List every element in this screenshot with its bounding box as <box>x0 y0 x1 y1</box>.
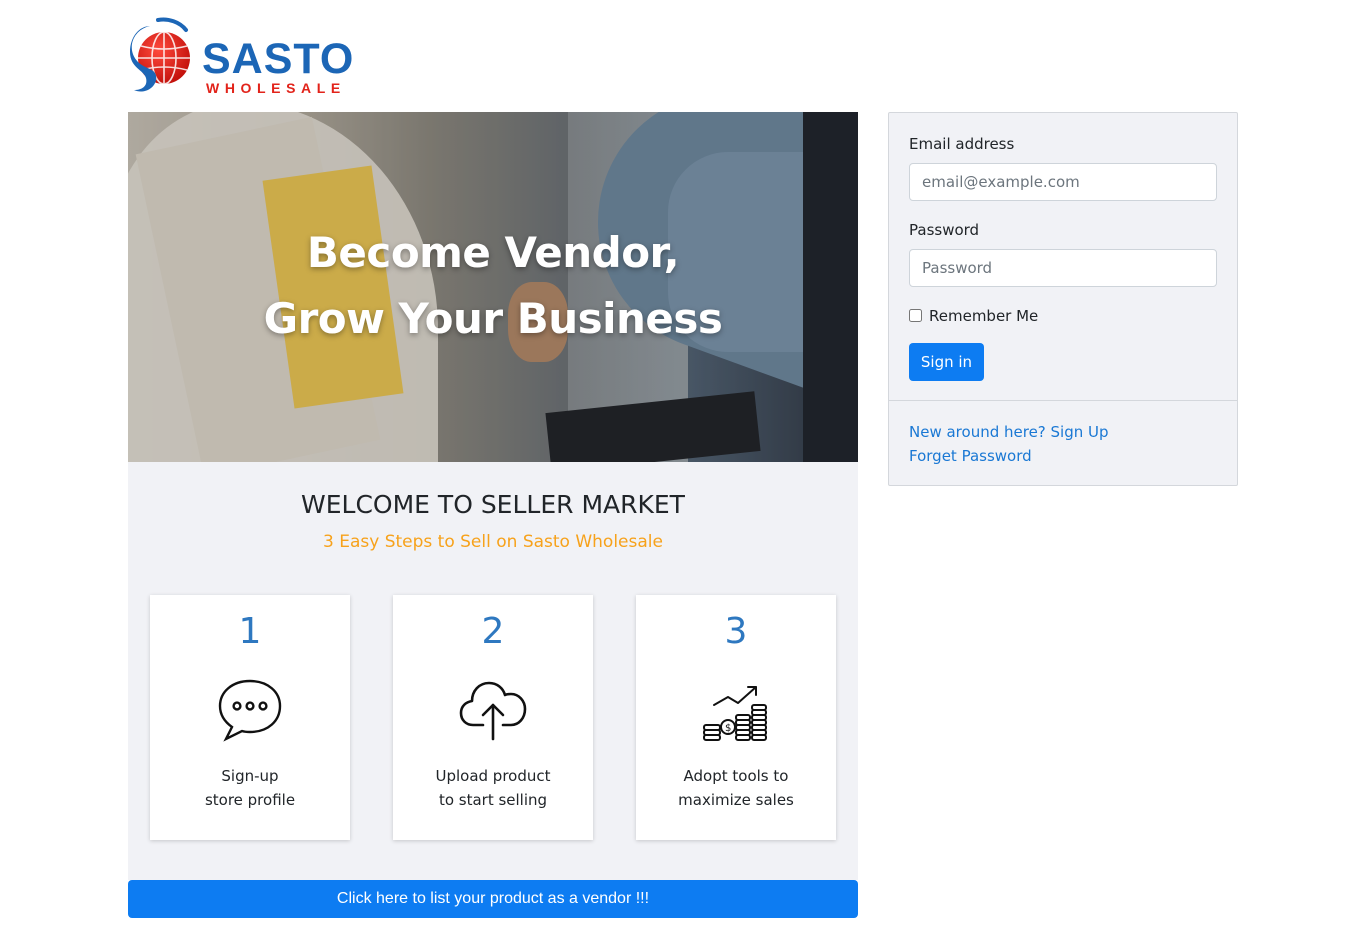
sign-in-button[interactable]: Sign in <box>909 343 984 381</box>
welcome-subtitle: 3 Easy Steps to Sell on Sasto Wholesale <box>323 532 663 552</box>
card-divider <box>889 400 1237 401</box>
step-number: 3 <box>724 611 748 652</box>
remember-me-label[interactable]: Remember Me <box>929 307 1038 325</box>
step-text-line1: Adopt tools to <box>683 767 789 785</box>
step-card-3: 3 $ Adopt tools to maximize sales <box>636 595 836 840</box>
brand-name: SASTO <box>202 35 355 83</box>
step-number: 1 <box>238 611 262 652</box>
remember-me-checkbox[interactable] <box>909 309 922 322</box>
step-text-line2: to start selling <box>438 791 548 809</box>
password-input[interactable] <box>909 249 1217 287</box>
forgot-password-link[interactable]: Forget Password <box>909 447 1032 465</box>
vendor-section: Become Vendor, Grow Your Business WELCOM… <box>128 112 858 918</box>
welcome-title: WELCOME TO SELLER MARKET <box>301 490 685 519</box>
hero-title-line2: Grow Your Business <box>263 294 723 343</box>
step-text-line1: Upload product <box>435 767 551 785</box>
growth-coins-icon: $ <box>703 686 767 741</box>
password-label: Password <box>909 221 980 239</box>
step-text-line2: store profile <box>204 791 296 809</box>
step-text-line1: Sign-up <box>221 767 279 785</box>
email-label: Email address <box>909 135 1015 153</box>
hero-title-line1: Become Vendor, <box>306 228 680 277</box>
globe-logo-icon <box>130 17 190 92</box>
step-card-1: 1 Sign-up store profile <box>150 595 350 840</box>
sign-up-link[interactable]: New around here? Sign Up <box>909 423 1109 441</box>
login-card: Email address Password Remember Me Sign … <box>888 112 1238 486</box>
svg-text:$: $ <box>725 723 731 734</box>
chat-bubble-icon <box>218 679 282 742</box>
email-input[interactable] <box>909 163 1217 201</box>
step-number: 2 <box>481 611 505 652</box>
step-text-line2: maximize sales <box>678 791 794 809</box>
brand-subtitle: WHOLESALE <box>206 80 346 96</box>
list-product-button[interactable]: Click here to list your product as a ven… <box>128 880 858 918</box>
cloud-upload-icon <box>459 681 527 741</box>
site-logo[interactable]: SASTO WHOLESALE <box>128 14 368 98</box>
hero-banner: Become Vendor, Grow Your Business <box>128 112 858 462</box>
step-card-2: 2 Upload product to start selling <box>393 595 593 840</box>
